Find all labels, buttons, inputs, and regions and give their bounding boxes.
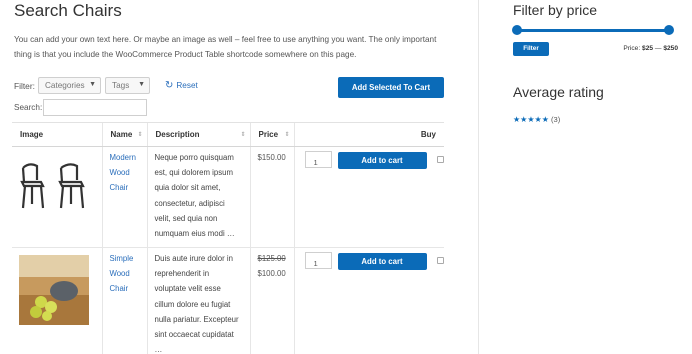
product-table: Image Name ⇕ Description ⇕ Price ⇕ Buy M… — [12, 122, 444, 354]
product-name-cell: Modern Wood Chair — [101, 146, 147, 248]
tags-select-value: Tags — [112, 81, 130, 90]
sidebar-divider — [478, 0, 479, 354]
product-old-price: $125.00 — [257, 254, 286, 263]
table-header-row: Image Name ⇕ Description ⇕ Price ⇕ Buy — [12, 122, 444, 147]
product-image-cell — [12, 247, 102, 354]
select-checkbox[interactable] — [436, 156, 444, 163]
chair-with-balls-image[interactable] — [19, 255, 89, 325]
select-checkbox[interactable] — [436, 257, 444, 264]
add-to-cart-button[interactable]: Add to cart — [337, 152, 427, 169]
quantity-input[interactable]: 1 — [304, 151, 332, 168]
price-min: $25 — [642, 45, 654, 52]
product-name-link[interactable]: Modern Wood Chair — [110, 153, 136, 192]
sort-icon: ⇕ — [137, 132, 143, 138]
table-row: Modern Wood Chair Neque porro quisquam e… — [12, 146, 444, 248]
reset-link[interactable]: ↻ Reset — [165, 80, 198, 91]
price-slider-track[interactable] — [516, 29, 668, 32]
search-input[interactable] — [43, 99, 147, 116]
chevron-down-icon: ▼ — [138, 81, 145, 88]
product-price-cell: $150.00 — [249, 146, 294, 248]
filter-button[interactable]: Filter — [513, 42, 549, 56]
column-header-description[interactable]: Description ⇕ — [146, 122, 250, 147]
product-name-cell: Simple Wood Chair — [101, 247, 147, 354]
buy-cell: 1 Add to cart — [293, 247, 444, 354]
chevron-down-icon: ▼ — [89, 81, 96, 88]
categories-select[interactable]: Categories ▼ — [38, 77, 101, 94]
product-description: Duis aute irure dolor in reprehenderit i… — [146, 247, 250, 354]
filter-bar: Filter: Categories ▼ Tags ▼ ↻ Reset Add S… — [14, 77, 444, 98]
search-label: Search: — [14, 103, 43, 112]
reset-label: Reset — [176, 81, 198, 90]
tags-select[interactable]: Tags ▼ — [105, 77, 150, 94]
categories-select-value: Categories — [45, 81, 85, 90]
product-price: $100.00 — [257, 269, 286, 279]
column-header-price[interactable]: Price ⇕ — [249, 122, 294, 147]
price-max: $250 — [663, 45, 678, 52]
rating-count: (3) — [550, 115, 561, 124]
intro-text: You can add your own text here. Or maybe… — [14, 35, 437, 59]
price-slider-max-handle[interactable] — [664, 25, 674, 35]
star-rating-icon: ★★★★★ — [513, 115, 549, 124]
product-name-link[interactable]: Simple Wood Chair — [110, 254, 134, 293]
product-price-cell: $125.00 $100.00 — [249, 247, 294, 354]
sidebar: Filter by price Filter Price: $25 — $250… — [480, 0, 692, 354]
column-header-buy: Buy — [293, 122, 444, 147]
main-content: Search Chairs You can add your own text … — [0, 0, 478, 354]
sort-icon: ⇕ — [240, 132, 246, 138]
column-header-name[interactable]: Name ⇕ — [101, 122, 147, 147]
price-slider-min-handle[interactable] — [512, 25, 522, 35]
add-selected-to-cart-button[interactable]: Add Selected To Cart — [338, 77, 444, 98]
sort-icon: ⇕ — [284, 132, 290, 138]
filter-label: Filter: — [14, 81, 35, 91]
buy-cell: 1 Add to cart — [293, 146, 444, 248]
table-row: Simple Wood Chair Duis aute irure dolor … — [12, 247, 444, 354]
product-image-cell — [12, 146, 102, 248]
product-price: $150.00 — [257, 153, 286, 162]
product-description: Neque porro quisquam est, qui dolorem ip… — [146, 146, 250, 248]
add-to-cart-button[interactable]: Add to cart — [337, 253, 427, 270]
quantity-input[interactable]: 1 — [304, 252, 332, 269]
page-title: Search Chairs — [14, 1, 122, 20]
column-header-image: Image — [12, 122, 102, 147]
price-range-text: Price: $25 — $250 — [623, 45, 678, 52]
rating-filter-item[interactable]: ★★★★★ (3) — [513, 115, 560, 124]
reset-icon: ↻ — [165, 80, 174, 91]
price-filter-title: Filter by price — [513, 2, 598, 18]
chairs-image[interactable] — [19, 156, 93, 216]
average-rating-title: Average rating — [513, 84, 604, 100]
